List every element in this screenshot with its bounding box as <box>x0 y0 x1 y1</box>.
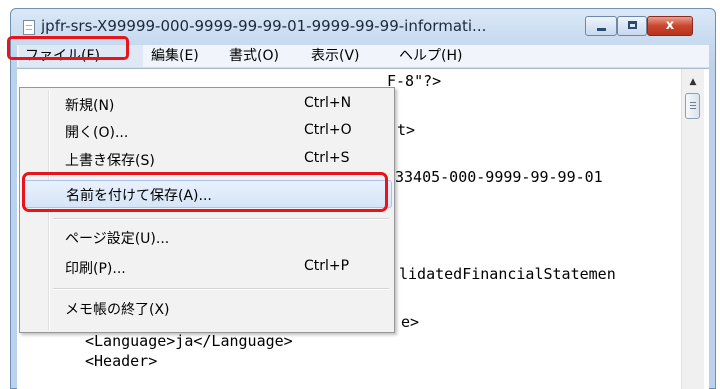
menu-view[interactable]: 表示(V) <box>305 45 366 67</box>
menu-separator <box>53 218 389 220</box>
menu-format[interactable]: 書式(O) <box>223 45 285 67</box>
menu-item-shortcut: Ctrl+S <box>304 150 350 166</box>
menu-item-exit[interactable]: メモ帳の終了(X) <box>22 295 392 321</box>
scroll-thumb-grip-icon[interactable] <box>685 93 700 119</box>
editor-line: 33405-000-9999-99-99-01 <box>395 168 603 186</box>
menu-item-print[interactable]: 印刷(P)... Ctrl+P <box>22 254 392 280</box>
save-as-highlight <box>22 172 388 212</box>
vertical-scrollbar[interactable]: ▲ <box>681 69 704 389</box>
menu-item-save[interactable]: 上書き保存(S) Ctrl+S <box>22 146 392 172</box>
menu-edit[interactable]: 編集(E) <box>145 45 205 67</box>
menu-item-label: ページ設定(U)... <box>65 231 170 247</box>
menu-item-label: 上書き保存(S) <box>65 153 155 169</box>
file-menu-highlight <box>7 36 129 60</box>
scroll-up-icon[interactable]: ▲ <box>682 77 704 91</box>
menu-item-label: 印刷(P)... <box>65 261 126 277</box>
menu-item-page-setup[interactable]: ページ設定(U)... <box>22 224 392 250</box>
menu-item-shortcut: Ctrl+P <box>304 258 350 274</box>
editor-line: t> <box>397 121 416 139</box>
maximize-button[interactable] <box>617 16 647 36</box>
editor-line: e> <box>401 313 420 331</box>
menu-item-shortcut: Ctrl+O <box>304 122 352 138</box>
menu-item-label: 開く(O)... <box>65 125 129 141</box>
editor-line: <Language>ja</Language> <box>85 332 293 350</box>
menu-item-new[interactable]: 新規(N) Ctrl+N <box>22 91 392 117</box>
minimize-button[interactable] <box>585 16 617 36</box>
close-button[interactable]: x <box>647 16 693 36</box>
editor-line: F-8"?> <box>387 72 442 90</box>
menu-help[interactable]: ヘルプ(H) <box>393 45 468 67</box>
menu-item-open[interactable]: 開く(O)... Ctrl+O <box>22 118 392 144</box>
menu-separator <box>53 288 389 290</box>
notepad-icon[interactable] <box>23 20 35 35</box>
editor-line: lidatedFinancialStatemen <box>399 265 616 283</box>
editor-line: <Header> <box>85 352 158 370</box>
window-title: jpfr-srs-X99999-000-9999-99-99-01-9999-9… <box>41 17 487 35</box>
menu-item-shortcut: Ctrl+N <box>304 95 352 111</box>
minimize-icon <box>597 28 606 31</box>
menu-item-label: メモ帳の終了(X) <box>65 302 170 318</box>
maximize-icon <box>628 21 637 29</box>
close-icon: x <box>665 18 675 33</box>
menu-item-label: 新規(N) <box>65 98 115 114</box>
